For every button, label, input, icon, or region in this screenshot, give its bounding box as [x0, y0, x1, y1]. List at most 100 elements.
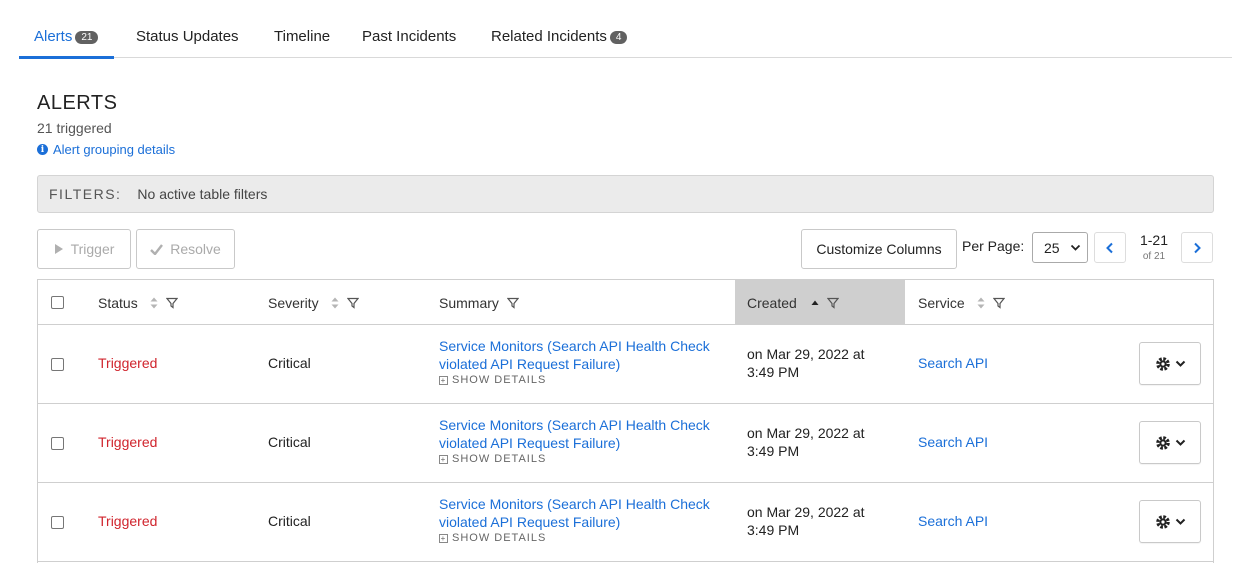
tab-label: Related Incidents	[491, 28, 607, 45]
incident-tabs: Alerts 21 Status Updates Timeline Past In…	[18, 0, 1232, 59]
gear-icon	[1155, 356, 1170, 371]
tab-label: Past Incidents	[362, 28, 457, 45]
alert-grouping-label: Alert grouping details	[53, 142, 176, 157]
filter-icon[interactable]	[346, 297, 359, 309]
row-actions-button[interactable]	[1139, 342, 1201, 385]
sort-icon[interactable]	[977, 297, 985, 309]
service-link[interactable]: Search API	[918, 434, 988, 450]
triggered-count: 21 triggered	[37, 120, 112, 136]
filters-bar: FILTERS: No active table filters	[37, 175, 1214, 213]
row-checkbox[interactable]	[51, 358, 64, 371]
status-cell: Triggered	[98, 355, 158, 371]
alert-grouping-link[interactable]: i Alert grouping details	[37, 142, 175, 157]
column-label: Created	[747, 294, 797, 311]
check-icon	[150, 243, 164, 255]
page-range: 1-21	[1139, 232, 1169, 248]
summary-link[interactable]: Service Monitors (Search API Health Chec…	[439, 416, 729, 452]
table-row: Triggered Critical Service Monitors (Sea…	[38, 325, 1213, 404]
summary-cell: Service Monitors (Search API Health Chec…	[439, 495, 729, 544]
trigger-label: Trigger	[70, 241, 115, 257]
tab-related-incidents[interactable]: Related Incidents 4	[491, 28, 628, 58]
previous-page-button[interactable]	[1094, 232, 1126, 263]
column-label: Status	[98, 294, 138, 311]
per-page-value: 25	[1044, 239, 1060, 256]
tab-status-updates[interactable]: Status Updates	[136, 28, 239, 58]
per-page-label: Per Page:	[962, 238, 1025, 254]
chevron-down-icon	[1175, 518, 1185, 525]
expand-icon: +	[439, 454, 448, 464]
page-total: of 21	[1142, 251, 1166, 262]
alerts-table: Status Severity Summary Created Service …	[37, 279, 1214, 563]
tab-badge: 4	[609, 31, 628, 44]
sort-ascending-icon[interactable]	[811, 300, 819, 306]
info-icon: i	[37, 144, 48, 155]
customize-columns-button[interactable]: Customize Columns	[801, 229, 957, 269]
chevron-right-icon	[1194, 242, 1201, 253]
chevron-down-icon	[1070, 244, 1081, 251]
row-actions-button[interactable]	[1139, 421, 1201, 464]
filter-icon[interactable]	[165, 297, 178, 309]
row-checkbox[interactable]	[51, 516, 64, 529]
created-cell: on Mar 29, 2022 at 3:49 PM	[747, 425, 865, 459]
filters-value: No active table filters	[137, 186, 268, 202]
select-all-cell	[51, 280, 64, 325]
sort-icon[interactable]	[331, 297, 339, 309]
filter-icon[interactable]	[506, 297, 519, 309]
severity-cell: Critical	[268, 434, 311, 450]
column-created[interactable]: Created	[735, 280, 905, 325]
tab-past-incidents[interactable]: Past Incidents	[362, 28, 456, 58]
page-title: ALERTS	[37, 92, 118, 114]
table-header: Status Severity Summary Created Service	[38, 280, 1213, 325]
filter-icon[interactable]	[826, 297, 839, 309]
column-label: Summary	[439, 294, 499, 311]
show-details-label: SHOW DETAILS	[452, 453, 547, 465]
summary-cell: Service Monitors (Search API Health Chec…	[439, 337, 729, 386]
show-details-toggle[interactable]: + SHOW DETAILS	[439, 532, 729, 544]
tab-alerts[interactable]: Alerts 21	[18, 28, 116, 59]
severity-cell: Critical	[268, 355, 311, 371]
service-link[interactable]: Search API	[918, 513, 988, 529]
show-details-label: SHOW DETAILS	[452, 374, 547, 386]
summary-cell: Service Monitors (Search API Health Chec…	[439, 416, 729, 465]
customize-columns-label: Customize Columns	[816, 241, 942, 257]
select-all-checkbox[interactable]	[51, 296, 64, 309]
column-label: Service	[918, 294, 965, 311]
resolve-button[interactable]: Resolve	[136, 229, 235, 269]
service-link[interactable]: Search API	[918, 355, 988, 371]
summary-link[interactable]: Service Monitors (Search API Health Chec…	[439, 337, 729, 373]
filter-icon[interactable]	[992, 297, 1005, 309]
chevron-down-icon	[1175, 360, 1185, 367]
expand-icon: +	[439, 375, 448, 385]
row-checkbox[interactable]	[51, 437, 64, 450]
tab-timeline[interactable]: Timeline	[274, 28, 330, 58]
trigger-button[interactable]: Trigger	[37, 229, 131, 269]
column-severity[interactable]: Severity	[268, 280, 359, 325]
created-cell: on Mar 29, 2022 at 3:49 PM	[747, 346, 865, 380]
column-service[interactable]: Service	[918, 280, 1005, 325]
tab-label: Status Updates	[136, 28, 239, 45]
gear-icon	[1155, 435, 1170, 450]
column-status[interactable]: Status	[98, 280, 178, 325]
filters-label: FILTERS:	[49, 186, 122, 202]
severity-cell: Critical	[268, 513, 311, 529]
show-details-toggle[interactable]: + SHOW DETAILS	[439, 374, 729, 386]
summary-link[interactable]: Service Monitors (Search API Health Chec…	[439, 495, 729, 531]
show-details-toggle[interactable]: + SHOW DETAILS	[439, 453, 729, 465]
sort-icon[interactable]	[150, 297, 158, 309]
resolve-label: Resolve	[170, 241, 221, 257]
row-actions-button[interactable]	[1139, 500, 1201, 543]
status-cell: Triggered	[98, 513, 158, 529]
table-row: Triggered Critical Service Monitors (Sea…	[38, 404, 1213, 483]
column-summary[interactable]: Summary	[439, 280, 519, 325]
column-label: Severity	[268, 294, 319, 311]
table-row: Triggered Critical Service Monitors (Sea…	[38, 483, 1213, 562]
play-icon	[54, 244, 63, 254]
show-details-label: SHOW DETAILS	[452, 532, 547, 544]
per-page-select[interactable]: 25	[1032, 232, 1088, 263]
expand-icon: +	[439, 533, 448, 543]
created-cell: on Mar 29, 2022 at 3:49 PM	[747, 504, 865, 538]
gear-icon	[1155, 514, 1170, 529]
next-page-button[interactable]	[1181, 232, 1213, 263]
tab-label: Alerts	[34, 28, 73, 45]
chevron-left-icon	[1106, 242, 1113, 253]
